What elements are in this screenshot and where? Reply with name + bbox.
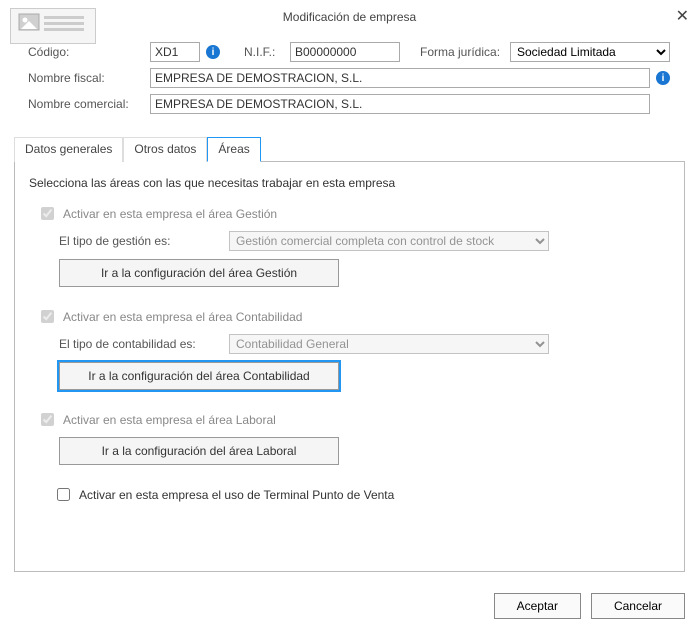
tab-otros-datos[interactable]: Otros datos — [123, 137, 207, 162]
forma-select[interactable]: Sociedad Limitada — [510, 42, 670, 62]
contab-checkbox-row: Activar en esta empresa el área Contabil… — [37, 307, 670, 326]
info-icon[interactable]: i — [206, 45, 220, 59]
dialog-window: Modificación de empresa ✕ Código: i N.I.… — [0, 0, 699, 629]
tpv-checkbox-label: Activar en esta empresa el uso de Termin… — [79, 488, 394, 502]
cancel-button[interactable]: Cancelar — [591, 593, 685, 619]
accept-button[interactable]: Aceptar — [494, 593, 581, 619]
nif-input[interactable] — [290, 42, 400, 62]
gestion-config-button[interactable]: Ir a la configuración del área Gestión — [59, 259, 339, 287]
codigo-input[interactable] — [150, 42, 200, 62]
app-logo — [10, 8, 96, 44]
nombre-fiscal-input[interactable] — [150, 68, 650, 88]
close-icon[interactable]: ✕ — [676, 6, 689, 26]
contab-tipo-select: Contabilidad General — [229, 334, 549, 354]
nombre-fiscal-label: Nombre fiscal: — [28, 71, 144, 85]
contab-config-button[interactable]: Ir a la configuración del área Contabili… — [59, 362, 339, 390]
codigo-label: Código: — [28, 45, 144, 59]
info-icon[interactable]: i — [656, 71, 670, 85]
dialog-footer: Aceptar Cancelar — [494, 593, 685, 619]
dialog-title: Modificación de empresa — [0, 0, 699, 24]
tpv-checkbox-row[interactable]: Activar en esta empresa el uso de Termin… — [53, 485, 670, 504]
gestion-tipo-select: Gestión comercial completa con control d… — [229, 231, 549, 251]
gestion-checkbox-label: Activar en esta empresa el área Gestión — [63, 207, 277, 221]
laboral-config-button[interactable]: Ir a la configuración del área Laboral — [59, 437, 339, 465]
tab-datos-generales[interactable]: Datos generales — [14, 137, 123, 162]
forma-label: Forma jurídica: — [420, 45, 504, 59]
nif-label: N.I.F.: — [244, 45, 284, 59]
tpv-checkbox[interactable] — [57, 488, 70, 501]
gestion-checkbox-row: Activar en esta empresa el área Gestión — [37, 204, 670, 223]
laboral-checkbox-row: Activar en esta empresa el área Laboral — [37, 410, 670, 429]
header-form: Código: i N.I.F.: Forma jurídica: Socied… — [0, 24, 699, 126]
laboral-checkbox — [41, 413, 54, 426]
gestion-tipo-label: El tipo de gestión es: — [59, 234, 219, 248]
laboral-checkbox-label: Activar en esta empresa el área Laboral — [63, 413, 276, 427]
tab-areas[interactable]: Áreas — [207, 137, 260, 162]
nombre-comercial-label: Nombre comercial: — [28, 97, 144, 111]
nombre-comercial-input[interactable] — [150, 94, 650, 114]
areas-panel: Selecciona las áreas con las que necesit… — [14, 162, 685, 572]
tabs: Datos generales Otros datos Áreas — [14, 136, 685, 162]
contab-tipo-label: El tipo de contabilidad es: — [59, 337, 219, 351]
gestion-checkbox — [41, 207, 54, 220]
contab-checkbox — [41, 310, 54, 323]
panel-intro: Selecciona las áreas con las que necesit… — [29, 176, 670, 190]
contab-checkbox-label: Activar en esta empresa el área Contabil… — [63, 310, 302, 324]
